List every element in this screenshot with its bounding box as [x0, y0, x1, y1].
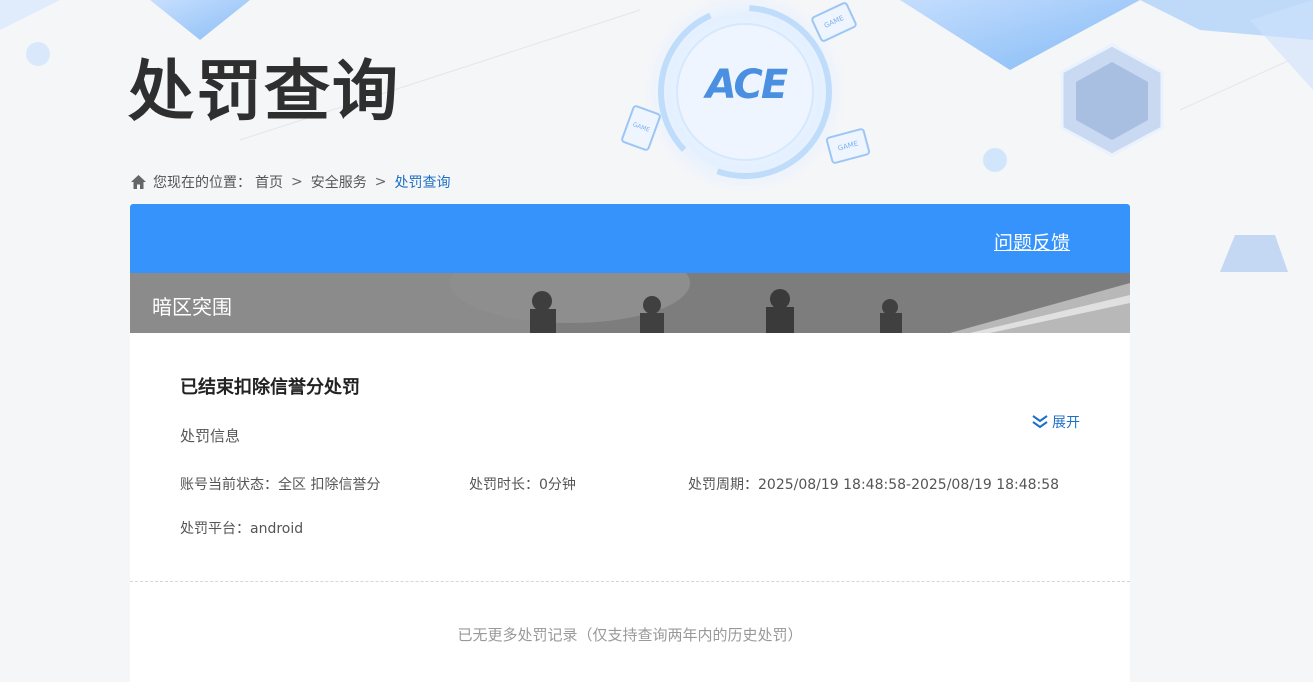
- breadcrumb-security-link[interactable]: 安全服务: [311, 172, 367, 192]
- breadcrumb-separator: >: [374, 174, 387, 190]
- breadcrumb-home-link[interactable]: 首页: [255, 172, 283, 192]
- punishment-panel: 问题反馈 暗区突围 已结束扣除信誉分处罚 处罚信息 账号当前状态：全区 扣除信誉…: [130, 204, 1130, 682]
- breadcrumb-current: 处罚查询: [394, 175, 451, 191]
- divider: [130, 581, 1130, 582]
- banner-artwork: [130, 273, 1130, 333]
- breadcrumb-separator: >: [291, 174, 303, 190]
- game-banner: 暗区突围: [130, 273, 1130, 333]
- chevron-double-down-icon: [1032, 415, 1048, 429]
- expand-label: 展开: [1052, 415, 1080, 431]
- panel-header: 问题反馈: [130, 204, 1130, 273]
- feedback-link[interactable]: 问题反馈: [994, 228, 1070, 255]
- no-more-records: 已无更多处罚记录（仅支持查询两年内的历史处罚）: [457, 626, 803, 644]
- page-title: 处罚查询: [128, 53, 400, 130]
- game-badge-icon: GAME: [825, 127, 871, 165]
- punishment-duration: 处罚时长：0分钟: [469, 477, 576, 493]
- ace-logo: ACE: [705, 62, 788, 108]
- game-name: 暗区突围: [152, 295, 232, 319]
- expand-button[interactable]: 展开: [1032, 412, 1080, 432]
- info-row: 账号当前状态：全区 扣除信誉分 处罚时长：0分钟 处罚周期：2025/08/19…: [180, 474, 1080, 494]
- account-status: 账号当前状态：全区 扣除信誉分: [180, 477, 381, 493]
- punishment-platform: 处罚平台：android: [180, 521, 304, 537]
- breadcrumb: 您现在的位置： 首页 > 安全服务 > 处罚查询: [130, 172, 450, 192]
- section-label: 处罚信息: [180, 427, 241, 445]
- record-title: 已结束扣除信誉分处罚: [180, 377, 360, 398]
- home-icon: [131, 175, 146, 189]
- punishment-record: 已结束扣除信誉分处罚 处罚信息 账号当前状态：全区 扣除信誉分 处罚时长：0分钟…: [130, 333, 1130, 538]
- game-badge-icon: GAME: [809, 0, 859, 44]
- punishment-period: 处罚周期：2025/08/19 18:48:58-2025/08/19 18:4…: [688, 477, 1060, 493]
- info-row: 处罚平台：android: [180, 518, 1080, 538]
- game-badge-icon: GAME: [620, 104, 662, 152]
- breadcrumb-prefix: 您现在的位置：: [153, 175, 251, 191]
